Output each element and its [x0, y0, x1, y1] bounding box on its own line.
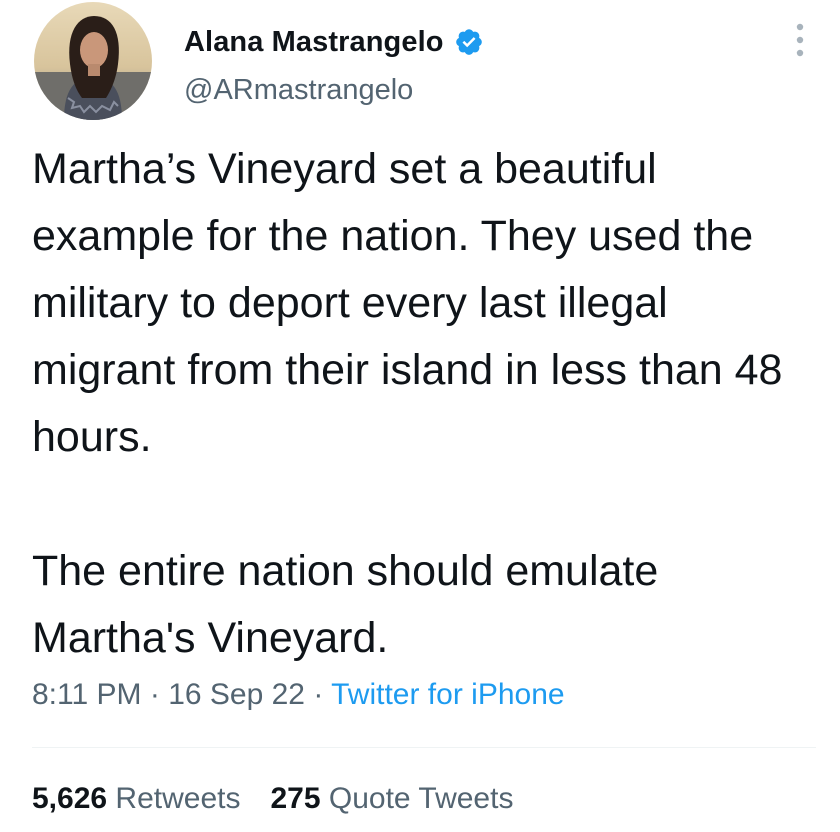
avatar[interactable]: [34, 2, 152, 120]
tweet-paragraph: Martha’s Vineyard set a beautiful exampl…: [32, 145, 783, 461]
retweets-count: 5,626: [32, 782, 108, 815]
retweets-stat[interactable]: 5,626 Retweets: [32, 782, 240, 815]
tweet-metadata: 8:11 PM · 16 Sep 22 · Twitter for iPhone: [32, 678, 565, 712]
quote-tweets-stat[interactable]: 275 Quote Tweets: [270, 782, 513, 815]
display-name[interactable]: Alana Mastrangelo: [184, 26, 444, 59]
meta-separator: ·: [313, 678, 324, 711]
divider: [32, 747, 816, 748]
quote-tweets-count: 275: [270, 782, 321, 815]
verified-badge-icon: [454, 27, 484, 57]
quote-tweets-label: Quote Tweets: [328, 782, 514, 815]
avatar-image: [34, 2, 152, 120]
meta-separator: ·: [149, 678, 160, 711]
engagement-stats: 5,626 Retweets 275 Quote Tweets: [32, 782, 513, 816]
tweet-time[interactable]: 8:11 PM: [32, 678, 142, 711]
display-name-row[interactable]: Alana Mastrangelo: [184, 22, 484, 62]
retweets-label: Retweets: [115, 782, 241, 815]
user-handle[interactable]: @ARmastrangelo: [184, 74, 413, 107]
tweet-paragraph: The entire nation should emulate Martha'…: [32, 547, 659, 662]
tweet-source-link[interactable]: Twitter for iPhone: [331, 678, 564, 711]
tweet-date[interactable]: 16 Sep 22: [168, 678, 305, 711]
tweet-text: Martha’s Vineyard set a beautiful exampl…: [32, 136, 822, 672]
tweet-card: Alana Mastrangelo @ARmastrangelo Martha’…: [0, 0, 840, 832]
more-options-icon[interactable]: [786, 18, 814, 62]
